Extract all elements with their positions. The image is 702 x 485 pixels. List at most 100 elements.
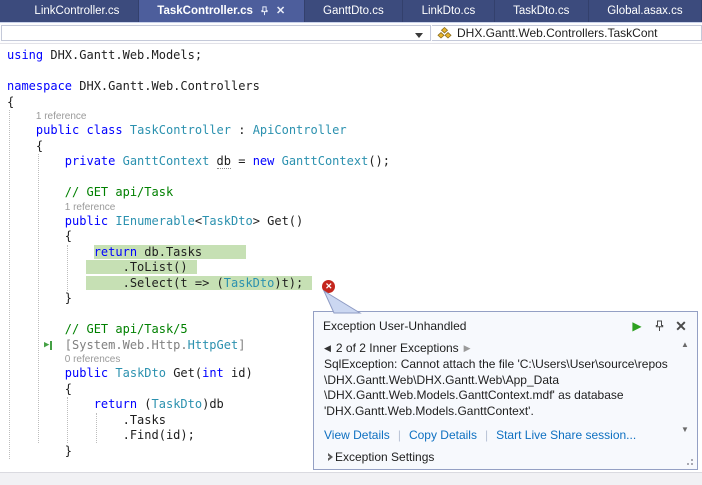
code-token: GanttContext bbox=[282, 154, 369, 168]
code-token: : bbox=[231, 123, 253, 137]
code-token bbox=[7, 338, 65, 352]
code-token: { bbox=[7, 95, 14, 109]
code-token: )t); bbox=[274, 276, 303, 290]
code-token: TaskDto bbox=[115, 366, 166, 380]
next-exception-icon[interactable]: ▶ bbox=[464, 343, 471, 354]
code-line: { bbox=[7, 139, 702, 155]
pin-icon[interactable] bbox=[260, 6, 269, 16]
tab-LinkDto-cs[interactable]: LinkDto.cs bbox=[403, 0, 495, 22]
code-line: using DHX.Gantt.Web.Models; bbox=[7, 48, 702, 64]
codelens-references[interactable]: 1 reference bbox=[7, 201, 702, 214]
exception-highlight: .ToList() bbox=[86, 260, 196, 274]
code-token: namespace bbox=[7, 79, 72, 93]
continue-execution-icon[interactable]: ▶ bbox=[629, 318, 645, 334]
code-token: db bbox=[217, 154, 231, 169]
code-token: DHX.Gantt.Web.Models; bbox=[43, 48, 202, 62]
code-line: namespace DHX.Gantt.Web.Controllers bbox=[7, 79, 702, 95]
code-token: IEnumerable bbox=[115, 214, 194, 228]
inner-exception-label: 2 of 2 Inner Exceptions bbox=[336, 341, 459, 355]
code-token: new bbox=[253, 154, 275, 168]
exception-message-line: \DHX.Gantt.Web\DHX.Gantt.Web\App_Data bbox=[324, 373, 673, 389]
code-line: private GanttContext db = new GanttConte… bbox=[7, 154, 702, 170]
codelens-references[interactable]: 1 reference bbox=[7, 110, 702, 123]
exception-settings-expander[interactable]: Exception Settings bbox=[314, 442, 697, 464]
exception-message: SqlException: Cannot attach the file 'C:… bbox=[324, 357, 673, 419]
code-token: ] bbox=[238, 338, 245, 352]
code-token: public bbox=[65, 214, 108, 228]
popup-link-view-details[interactable]: View Details bbox=[324, 428, 390, 442]
exception-popup-body: ◀ 2 of 2 Inner Exceptions ▶ SqlException… bbox=[314, 338, 697, 419]
code-line: .ToList() bbox=[7, 260, 702, 276]
code-token bbox=[79, 123, 86, 137]
indent bbox=[7, 245, 94, 259]
project-dropdown[interactable] bbox=[1, 25, 431, 41]
code-token: public bbox=[36, 123, 79, 137]
code-token: } bbox=[7, 291, 72, 305]
code-token: db.Tasks bbox=[137, 245, 202, 259]
code-token: = bbox=[231, 154, 253, 168]
code-token: return bbox=[94, 245, 137, 259]
code-line-blank bbox=[7, 170, 702, 186]
code-token: { bbox=[7, 382, 72, 396]
code-token bbox=[7, 154, 65, 168]
scroll-down-icon[interactable]: ▼ bbox=[681, 425, 689, 434]
exception-popup: Exception User-Unhandled ▶ ✕ ◀ 2 of 2 In… bbox=[313, 311, 698, 470]
code-token: class bbox=[87, 123, 123, 137]
code-token bbox=[274, 154, 281, 168]
close-icon[interactable]: ✕ bbox=[673, 318, 689, 334]
tab-label: TaskController.cs bbox=[157, 5, 253, 17]
horizontal-scrollbar[interactable] bbox=[0, 472, 702, 485]
tab-GanttDto-cs[interactable]: GanttDto.cs bbox=[305, 0, 404, 22]
code-token: ApiController bbox=[253, 123, 347, 137]
code-token: TaskDto bbox=[152, 397, 203, 411]
code-token: { bbox=[7, 229, 72, 243]
code-token bbox=[7, 123, 36, 137]
run-to-cursor-icon[interactable]: ▶ bbox=[44, 340, 52, 351]
code-token: // GET api/Task/5 bbox=[65, 322, 188, 336]
code-token: .Tasks bbox=[7, 413, 166, 427]
scroll-up-icon[interactable]: ▲ bbox=[681, 340, 689, 349]
popup-link-copy-details[interactable]: Copy Details bbox=[409, 428, 477, 442]
pin-icon[interactable] bbox=[651, 318, 667, 334]
code-token bbox=[7, 214, 65, 228]
inner-exception-nav: ◀ 2 of 2 Inner Exceptions ▶ bbox=[324, 341, 673, 355]
code-token: // GET api/Task bbox=[65, 185, 173, 199]
indent bbox=[7, 276, 86, 290]
code-token: } bbox=[7, 444, 72, 458]
code-token: [System.Web.Http. bbox=[65, 338, 188, 352]
code-token: ( bbox=[137, 397, 151, 411]
tab-TaskController-cs[interactable]: TaskController.cs ✕ bbox=[139, 0, 305, 22]
code-token bbox=[115, 154, 122, 168]
code-token: .Select(t => ( bbox=[86, 276, 223, 290]
popup-scrollbar[interactable]: ▲ ▼ bbox=[679, 340, 693, 434]
tab-label: TaskDto.cs bbox=[513, 5, 569, 17]
exception-settings-label: Exception Settings bbox=[335, 450, 434, 464]
tab-LinkController-cs[interactable]: LinkController.cs bbox=[16, 0, 139, 22]
code-token: id) bbox=[224, 366, 253, 380]
tab-TaskDto-cs[interactable]: TaskDto.cs bbox=[495, 0, 589, 22]
code-token: )db bbox=[202, 397, 224, 411]
close-icon[interactable]: ✕ bbox=[276, 6, 285, 17]
resize-grip[interactable] bbox=[691, 459, 693, 461]
code-token: using bbox=[7, 48, 43, 62]
code-line: .Select(t => (TaskDto)t);✕ bbox=[7, 276, 702, 292]
code-token: HttpGet bbox=[188, 338, 239, 352]
scope-label: DHX.Gantt.Web.Controllers.TaskCont bbox=[457, 26, 658, 40]
code-line: public class TaskController : ApiControl… bbox=[7, 123, 702, 139]
code-token bbox=[7, 366, 65, 380]
exception-message-line: 'DHX.Gantt.Web.Models.GanttContext'. bbox=[324, 404, 673, 420]
code-token: > Get() bbox=[253, 214, 304, 228]
code-token bbox=[7, 185, 65, 199]
code-line: return db.Tasks bbox=[7, 245, 702, 261]
popup-link-start-live-share-session[interactable]: Start Live Share session... bbox=[496, 428, 636, 442]
code-token: { bbox=[7, 139, 43, 153]
class-icon bbox=[437, 27, 452, 40]
code-token: (); bbox=[368, 154, 390, 168]
exception-popup-title: Exception User-Unhandled bbox=[323, 319, 623, 333]
tab-Global-asax-cs[interactable]: Global.asax.cs bbox=[589, 0, 702, 22]
prev-exception-icon[interactable]: ◀ bbox=[324, 343, 331, 354]
code-token bbox=[7, 397, 94, 411]
tab-label: Global.asax.cs bbox=[607, 5, 682, 17]
type-scope-dropdown[interactable]: DHX.Gantt.Web.Controllers.TaskCont bbox=[432, 25, 702, 41]
code-token bbox=[209, 154, 216, 168]
